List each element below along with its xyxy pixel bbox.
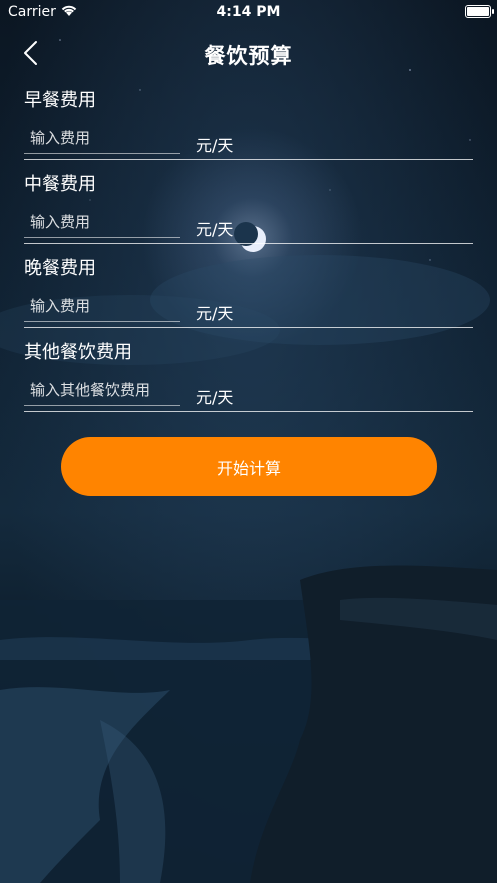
- page-title: 餐饮预算: [204, 44, 293, 68]
- budget-form: 早餐费用 元/天 中餐费用 元/天 晚餐费用 元/天 其他餐饮费用 元/天: [24, 84, 473, 420]
- lunch-label: 中餐费用: [24, 174, 96, 195]
- lunch-input[interactable]: [24, 206, 180, 238]
- other-food-divider: [24, 411, 473, 412]
- breakfast-field: 早餐费用 元/天: [24, 84, 473, 168]
- dinner-label: 晚餐费用: [24, 258, 96, 279]
- dinner-divider: [24, 327, 473, 328]
- other-food-label: 其他餐饮费用: [24, 342, 132, 363]
- battery-icon: [465, 5, 494, 18]
- lunch-divider: [24, 243, 473, 244]
- other-food-field: 其他餐饮费用 元/天: [24, 336, 473, 420]
- other-food-unit: 元/天: [196, 388, 234, 407]
- breakfast-label: 早餐费用: [24, 90, 96, 111]
- breakfast-input[interactable]: [24, 122, 180, 154]
- breakfast-unit: 元/天: [196, 136, 234, 155]
- dinner-field: 晚餐费用 元/天: [24, 252, 473, 336]
- other-food-input[interactable]: [24, 374, 180, 406]
- clock-time: 4:14 PM: [216, 4, 281, 20]
- breakfast-divider: [24, 159, 473, 160]
- navigation-bar: 餐饮预算: [0, 30, 497, 76]
- start-calculation-button[interactable]: 开始计算: [61, 437, 437, 496]
- status-bar: Carrier 4:14 PM: [0, 0, 497, 24]
- dinner-unit: 元/天: [196, 304, 234, 323]
- dinner-input[interactable]: [24, 290, 180, 322]
- lunch-unit: 元/天: [196, 220, 234, 239]
- lunch-field: 中餐费用 元/天: [24, 168, 473, 252]
